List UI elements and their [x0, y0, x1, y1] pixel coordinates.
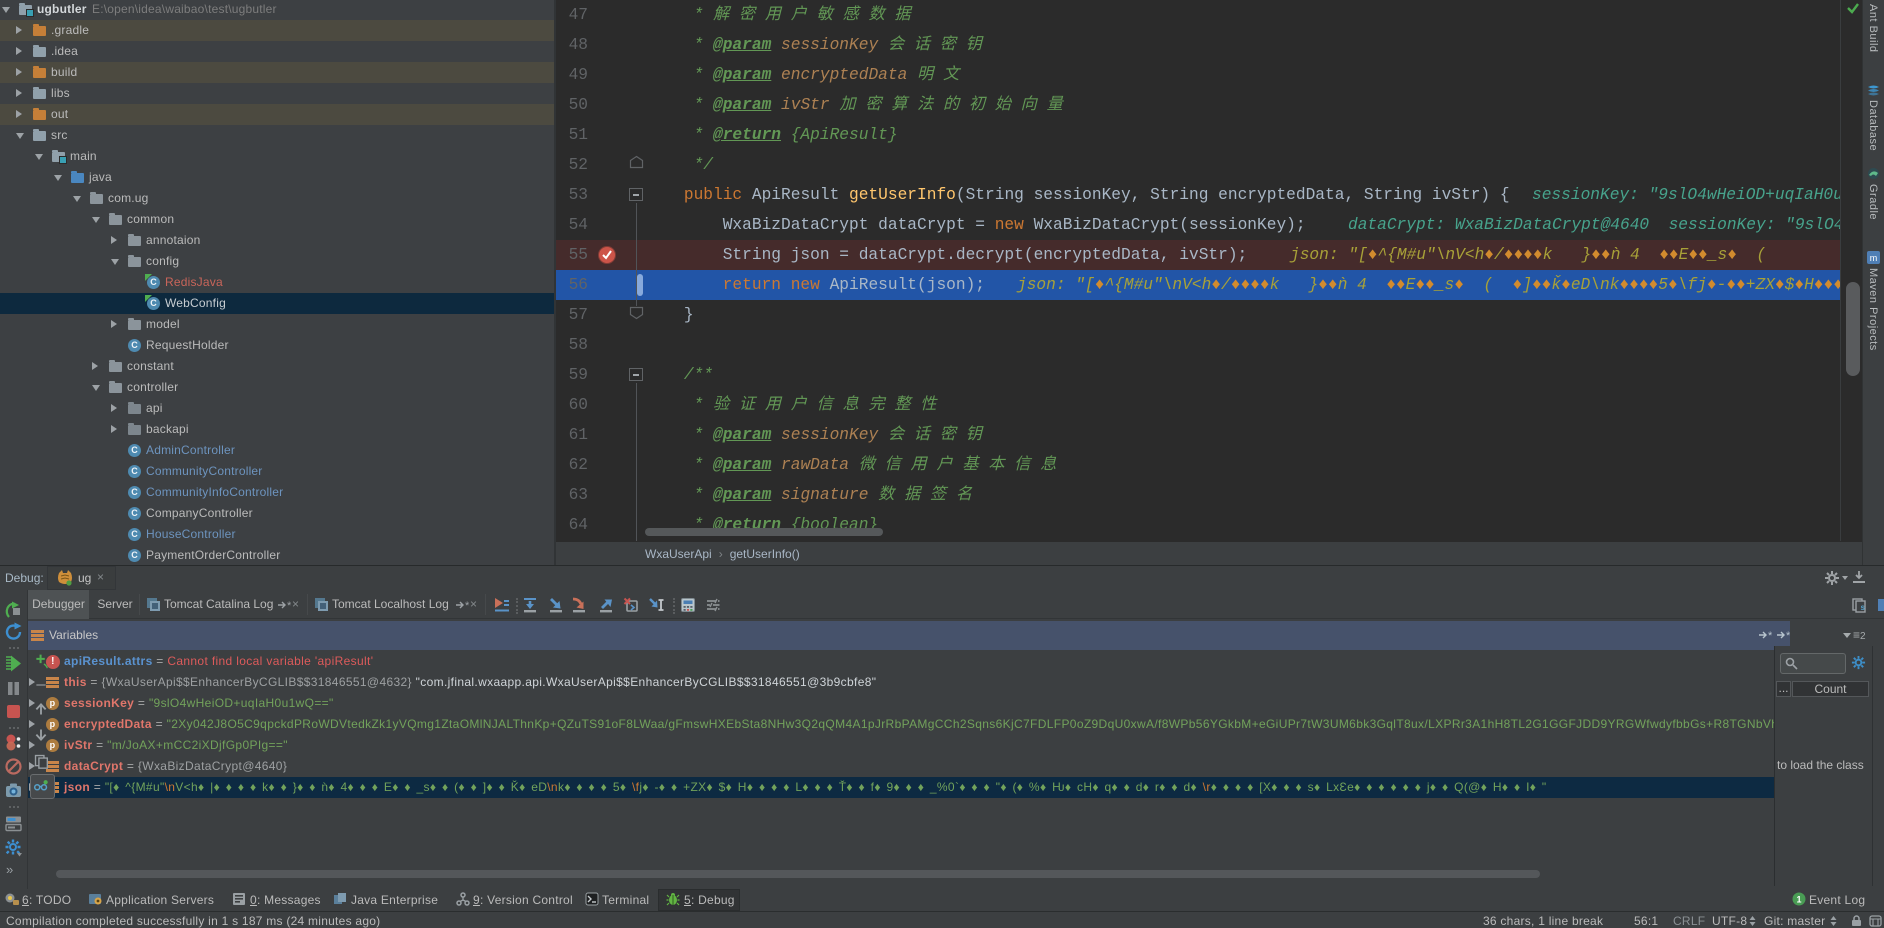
svg-text:m: m — [1870, 253, 1878, 263]
svg-text:*: * — [1768, 630, 1773, 641]
svg-text:s: s — [1861, 603, 1866, 612]
svg-text:1: 1 — [1796, 895, 1801, 905]
